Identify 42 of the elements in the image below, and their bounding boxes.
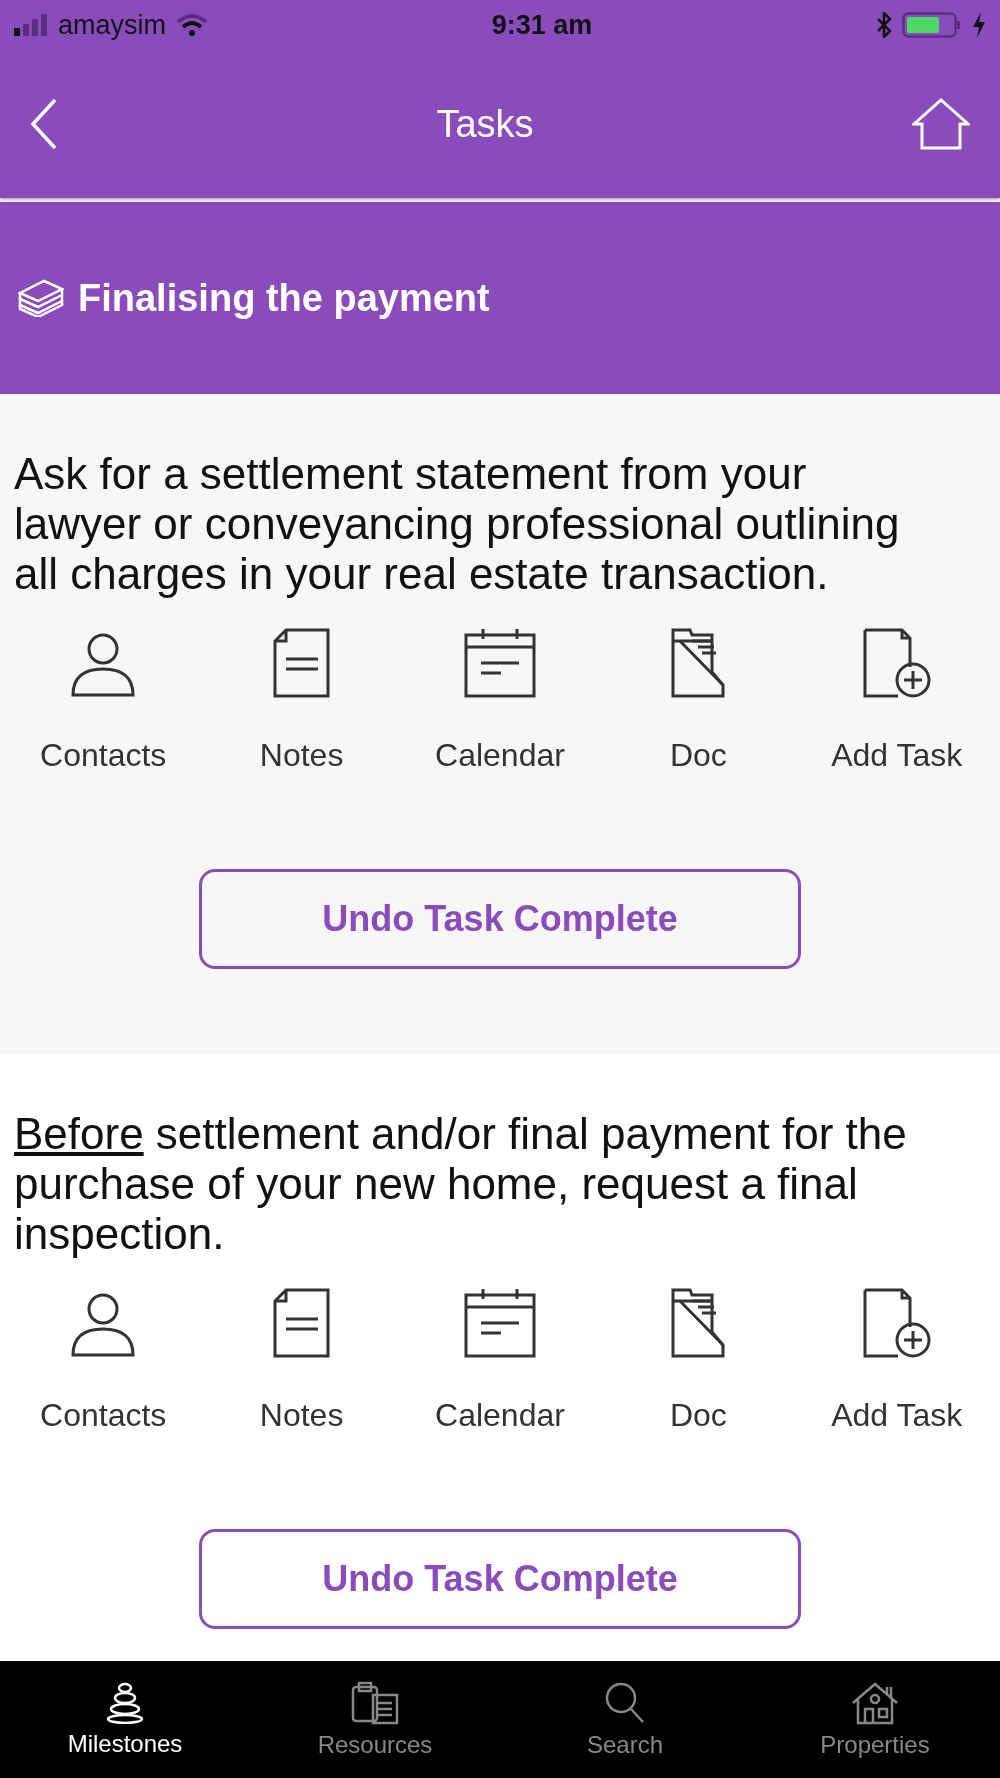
carrier-name: amaysim (58, 9, 166, 41)
calendar-icon (462, 627, 537, 699)
task-action[interactable]: Add Task (801, 1287, 992, 1434)
task-action[interactable]: Contacts (8, 627, 199, 774)
money-stack-icon (18, 279, 64, 317)
clock-time: 9:31 am (491, 9, 593, 41)
tab-item[interactable]: Search (500, 1661, 750, 1778)
wifi-icon (176, 14, 208, 36)
clipboard-icon (351, 1680, 399, 1725)
charging-icon (972, 12, 986, 38)
task-action[interactable]: Contacts (8, 1287, 199, 1434)
task-action[interactable]: Notes (206, 627, 397, 774)
task-action[interactable]: Doc (603, 627, 794, 774)
bluetooth-icon (876, 12, 892, 38)
screen-title: Tasks (436, 102, 534, 146)
undo-complete-button[interactable]: Undo Task Complete (199, 1529, 801, 1629)
tab-item[interactable]: Milestones (0, 1661, 250, 1778)
tab-item[interactable]: Resources (250, 1661, 500, 1778)
house-icon (851, 1680, 899, 1725)
undo-complete-button[interactable]: Undo Task Complete (199, 869, 801, 969)
search-icon (604, 1680, 646, 1725)
task-description: Ask for a settlement statement from your lawyer or conveyancing professional outlining all charges in your real estate transaction. (14, 449, 901, 599)
task-action[interactable]: Calendar (404, 1287, 595, 1434)
add-document-icon (861, 627, 932, 699)
tab-item[interactable]: Properties (750, 1661, 1000, 1778)
task-action[interactable]: Add Task (801, 627, 992, 774)
notes-icon (271, 627, 332, 699)
home-icon[interactable] (912, 98, 970, 150)
task-action[interactable]: Doc (603, 1287, 794, 1434)
task-action[interactable]: Calendar (404, 627, 595, 774)
folder-document-icon (670, 1287, 727, 1359)
task-description: Before settlement and/or final payment for the purchase of your new home, request a final inspection. (14, 1109, 908, 1259)
signal-icon (14, 14, 48, 36)
folder-document-icon (670, 627, 727, 699)
add-document-icon (861, 1287, 932, 1359)
back-icon[interactable] (30, 98, 58, 150)
calendar-icon (462, 1287, 537, 1359)
battery-icon (902, 12, 962, 38)
notes-icon (271, 1287, 332, 1359)
stones-icon (105, 1681, 145, 1724)
section-title: Finalising the payment (78, 276, 490, 320)
task-action[interactable]: Notes (206, 1287, 397, 1434)
